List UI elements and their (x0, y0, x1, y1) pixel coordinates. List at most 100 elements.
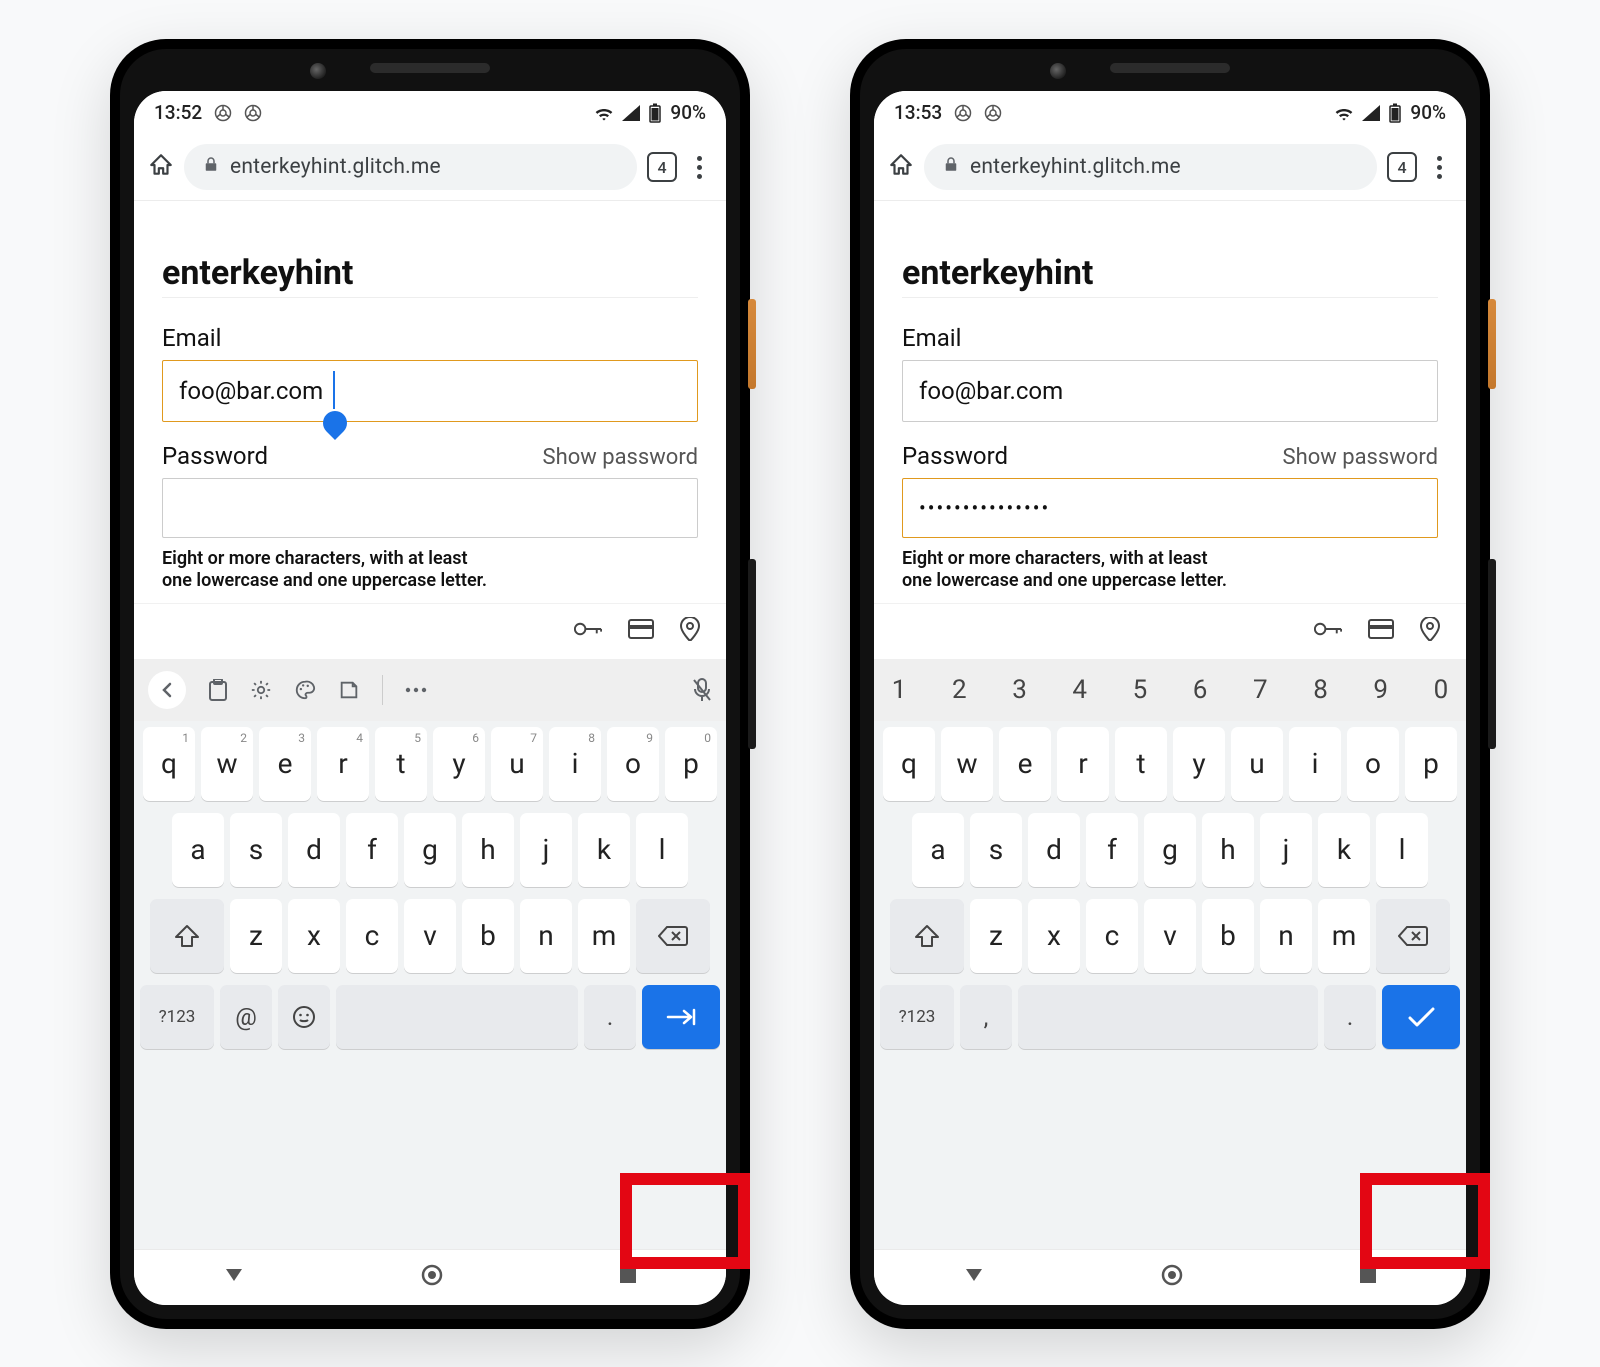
key-5[interactable]: 5 (1121, 675, 1159, 705)
menu-icon[interactable] (1427, 152, 1452, 183)
key-a[interactable]: a (912, 813, 964, 887)
key-2[interactable]: 2 (940, 675, 978, 705)
key-j[interactable]: j (520, 813, 572, 887)
key-x[interactable]: x (1028, 899, 1080, 973)
clipboard-icon[interactable] (208, 679, 228, 701)
gear-icon[interactable] (250, 679, 272, 701)
more-icon[interactable] (405, 686, 427, 694)
tab-switcher[interactable]: 4 (647, 152, 677, 182)
key-w[interactable]: w2 (201, 727, 253, 801)
key-n[interactable]: n (1260, 899, 1312, 973)
address-pin-icon[interactable] (680, 617, 700, 645)
key-u[interactable]: u (1231, 727, 1283, 801)
key-s[interactable]: s (970, 813, 1022, 887)
punc-left-key[interactable]: , (960, 985, 1012, 1049)
password-key-icon[interactable] (574, 620, 602, 642)
tab-switcher[interactable]: 4 (1387, 152, 1417, 182)
palette-icon[interactable] (294, 679, 316, 701)
home-icon[interactable] (888, 152, 914, 182)
password-field[interactable]: ••••••••••••••• (902, 478, 1438, 538)
key-d[interactable]: d (288, 813, 340, 887)
email-field[interactable]: foo@bar.com (162, 360, 698, 422)
enter-key[interactable] (642, 985, 720, 1049)
key-v[interactable]: v (1144, 899, 1196, 973)
key-p[interactable]: p0 (665, 727, 717, 801)
punc-right-key[interactable]: . (584, 985, 636, 1049)
payment-card-icon[interactable] (1368, 619, 1394, 643)
enter-key[interactable] (1382, 985, 1460, 1049)
key-q[interactable]: q (883, 727, 935, 801)
key-m[interactable]: m (1318, 899, 1370, 973)
key-b[interactable]: b (462, 899, 514, 973)
key-v[interactable]: v (404, 899, 456, 973)
show-password-toggle[interactable]: Show password (543, 445, 698, 470)
punc-left-key[interactable]: @ (220, 985, 272, 1049)
payment-card-icon[interactable] (628, 619, 654, 643)
key-r[interactable]: r4 (317, 727, 369, 801)
key-r[interactable]: r (1057, 727, 1109, 801)
key-7[interactable]: 7 (1241, 675, 1279, 705)
key-h[interactable]: h (1202, 813, 1254, 887)
nav-home-icon[interactable] (1161, 1264, 1183, 1290)
key-u[interactable]: u7 (491, 727, 543, 801)
space-key[interactable] (336, 985, 578, 1049)
omnibox[interactable]: enterkeyhint.glitch.me (184, 144, 637, 190)
key-f[interactable]: f (346, 813, 398, 887)
key-e[interactable]: e3 (259, 727, 311, 801)
mic-off-icon[interactable] (692, 678, 712, 702)
key-t[interactable]: t5 (375, 727, 427, 801)
key-3[interactable]: 3 (1000, 675, 1038, 705)
key-l[interactable]: l (636, 813, 688, 887)
menu-icon[interactable] (687, 152, 712, 183)
nav-back-icon[interactable] (222, 1263, 246, 1291)
key-y[interactable]: y6 (433, 727, 485, 801)
key-z[interactable]: z (230, 899, 282, 973)
key-8[interactable]: 8 (1301, 675, 1339, 705)
symbols-key[interactable]: ?123 (880, 985, 954, 1049)
password-key-icon[interactable] (1314, 620, 1342, 642)
email-field[interactable]: foo@bar.com (902, 360, 1438, 422)
key-w[interactable]: w (941, 727, 993, 801)
key-m[interactable]: m (578, 899, 630, 973)
address-pin-icon[interactable] (1420, 617, 1440, 645)
key-i[interactable]: i8 (549, 727, 601, 801)
key-a[interactable]: a (172, 813, 224, 887)
key-i[interactable]: i (1289, 727, 1341, 801)
key-s[interactable]: s (230, 813, 282, 887)
nav-home-icon[interactable] (421, 1264, 443, 1290)
key-p[interactable]: p (1405, 727, 1457, 801)
key-c[interactable]: c (1086, 899, 1138, 973)
key-x[interactable]: x (288, 899, 340, 973)
key-o[interactable]: o (1347, 727, 1399, 801)
password-field[interactable] (162, 478, 698, 538)
key-b[interactable]: b (1202, 899, 1254, 973)
space-key[interactable] (1018, 985, 1318, 1049)
backspace-key[interactable] (636, 899, 710, 973)
key-0[interactable]: 0 (1422, 675, 1460, 705)
key-f[interactable]: f (1086, 813, 1138, 887)
key-4[interactable]: 4 (1061, 675, 1099, 705)
key-g[interactable]: g (404, 813, 456, 887)
key-z[interactable]: z (970, 899, 1022, 973)
sticker-icon[interactable] (338, 679, 360, 701)
key-k[interactable]: k (1318, 813, 1370, 887)
key-l[interactable]: l (1376, 813, 1428, 887)
backspace-key[interactable] (1376, 899, 1450, 973)
show-password-toggle[interactable]: Show password (1283, 445, 1438, 470)
shift-key[interactable] (150, 899, 224, 973)
key-j[interactable]: j (1260, 813, 1312, 887)
punc-right-key[interactable]: . (1324, 985, 1376, 1049)
emoji-key[interactable] (278, 985, 330, 1049)
key-n[interactable]: n (520, 899, 572, 973)
nav-back-icon[interactable] (962, 1263, 986, 1291)
key-9[interactable]: 9 (1362, 675, 1400, 705)
key-k[interactable]: k (578, 813, 630, 887)
key-d[interactable]: d (1028, 813, 1080, 887)
nav-recent-icon[interactable] (1358, 1265, 1378, 1289)
shift-key[interactable] (890, 899, 964, 973)
key-o[interactable]: o9 (607, 727, 659, 801)
key-e[interactable]: e (999, 727, 1051, 801)
key-6[interactable]: 6 (1181, 675, 1219, 705)
key-q[interactable]: q1 (143, 727, 195, 801)
key-h[interactable]: h (462, 813, 514, 887)
